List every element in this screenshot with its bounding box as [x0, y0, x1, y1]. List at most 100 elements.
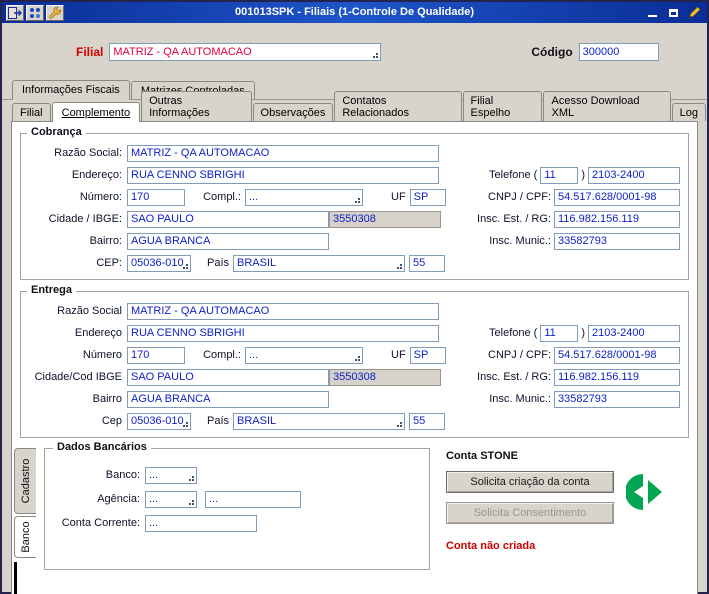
insc-est-input[interactable]: 116.982.156.119 — [554, 368, 680, 386]
razao-social-input[interactable]: MATRIZ - QA AUTOMACAO — [127, 302, 439, 320]
pais-input[interactable]: BRASIL — [233, 412, 406, 430]
compl-input[interactable]: ... — [245, 346, 363, 364]
telefone-label-open: Telefone ( — [489, 169, 538, 181]
numero-input[interactable]: 170 — [127, 346, 185, 364]
tab-label: Filial — [20, 107, 43, 119]
title-bar[interactable]: 001013SPK - Filiais (1-Controle De Quali… — [2, 2, 707, 23]
razao-social-input[interactable]: MATRIZ - QA AUTOMACAO — [127, 144, 439, 162]
solicita-criacao-conta-button[interactable]: Solicita criação da conta — [446, 471, 614, 493]
insc-est-label: Insc. Est. / RG: — [477, 213, 551, 225]
tab-filial-espelho[interactable]: Filial Espelho — [462, 91, 543, 121]
uf-label: UF — [391, 191, 406, 203]
codigo-input[interactable]: 300000 — [578, 42, 659, 61]
filial-label: Filial — [76, 44, 104, 59]
cidade-input[interactable]: SAO PAULO — [127, 368, 329, 386]
cnpj-label: CNPJ / CPF: — [488, 349, 551, 361]
telefone-label-close: ) — [581, 169, 585, 181]
side-tab-banco[interactable]: Banco — [14, 516, 36, 558]
tab-outras-informacoes[interactable]: Outras Informações — [141, 91, 252, 121]
entrega-group: Entrega Razão Social MATRIZ - QA AUTOMAC… — [20, 284, 689, 438]
cep-input[interactable]: 05036-010 — [127, 412, 191, 430]
insc-mun-label: Insc. Munic.: — [489, 393, 551, 405]
compl-input[interactable]: ... — [245, 188, 363, 206]
conta-corrente-label: Conta Corrente: — [61, 517, 140, 529]
telefone-numero-input[interactable]: 2103-2400 — [588, 166, 680, 184]
insc-mun-label: Insc. Munic.: — [489, 235, 551, 247]
endereco-input[interactable]: RUA CENNO SBRIGHI — [127, 324, 439, 342]
tab-label: Observações — [260, 107, 326, 119]
telefone-ddd-input[interactable]: 11 — [540, 166, 579, 184]
banco-label: Banco: — [105, 469, 140, 481]
agencia-nome-input[interactable]: ... — [205, 490, 301, 508]
pais-input[interactable]: BRASIL — [233, 254, 406, 272]
conta-stone-group: Conta STONE Solicita criação da conta So… — [430, 448, 695, 594]
app-menu-button[interactable] — [26, 4, 44, 21]
filial-input[interactable]: MATRIZ - QA AUTOMACAO — [109, 42, 382, 61]
exit-button[interactable] — [6, 4, 24, 21]
pencil-icon — [688, 6, 701, 19]
tab-label: Banco — [19, 521, 32, 553]
side-tab-cadastro[interactable]: Cadastro — [14, 448, 36, 514]
ddi-input[interactable]: 55 — [409, 254, 446, 272]
numero-input[interactable]: 170 — [127, 188, 185, 206]
tab-observacoes[interactable]: Observações — [252, 103, 334, 121]
telefone-label-open: Telefone ( — [489, 327, 538, 339]
tools-button[interactable] — [46, 4, 64, 21]
insc-mun-input[interactable]: 33582793 — [554, 390, 680, 408]
tab-informacoes-fiscais[interactable]: Informações Fiscais — [12, 80, 130, 100]
dados-bancarios-group: Dados Bancários Banco: ... Agência: ... … — [44, 441, 430, 570]
minimize-button[interactable] — [644, 5, 661, 20]
tab-label: Acesso Download XML — [551, 95, 640, 119]
tab-contatos-relacionados[interactable]: Contatos Relacionados — [334, 91, 462, 121]
insc-mun-input[interactable]: 33582793 — [554, 232, 680, 250]
uf-label: UF — [391, 349, 406, 361]
maximize-icon — [669, 8, 678, 17]
cnpj-label: CNPJ / CPF: — [488, 191, 551, 203]
endereco-input[interactable]: RUA CENNO SBRIGHI — [127, 166, 439, 184]
bairro-input[interactable]: AGUA BRANCA — [127, 232, 329, 250]
tab-acesso-download-xml[interactable]: Acesso Download XML — [543, 91, 671, 121]
cidade-ibge-label: Cidade/Cod IBGE — [34, 371, 122, 383]
app-window: 001013SPK - Filiais (1-Controle De Quali… — [0, 0, 709, 594]
ibge-readonly-field: 3550308 — [329, 210, 441, 228]
tab-label: Filial Espelho — [470, 95, 511, 119]
ibge-readonly-field: 3550308 — [329, 368, 441, 386]
cidade-ibge-label: Cidade / IBGE: — [48, 213, 122, 225]
complemento-tab-page: Cobrança Razão Social: MATRIZ - QA AUTOM… — [11, 121, 698, 594]
cobranca-right-column: Telefone ( 11 ) 2103-2400 CNPJ / CPF: 54… — [440, 164, 680, 252]
agencia-input[interactable]: ... — [145, 490, 197, 508]
insc-est-input[interactable]: 116.982.156.119 — [554, 210, 680, 228]
solicita-consentimento-button[interactable]: Solicita Consentimento — [446, 502, 614, 524]
agencia-label: Agência: — [97, 493, 140, 505]
wrench-icon — [49, 6, 62, 19]
tab-label: Informações Fiscais — [22, 84, 120, 96]
ddi-input[interactable]: 55 — [409, 412, 446, 430]
tab-filial[interactable]: Filial — [12, 103, 51, 121]
edit-pencil-button[interactable] — [686, 5, 703, 20]
cep-label: Cep — [101, 415, 122, 427]
bairro-input[interactable]: AGUA BRANCA — [127, 390, 329, 408]
cidade-input[interactable]: SAO PAULO — [127, 210, 329, 228]
record-header: Filial MATRIZ - QA AUTOMACAO Código 3000… — [2, 23, 707, 80]
telefone-numero-input[interactable]: 2103-2400 — [588, 324, 680, 342]
compl-label: Compl.: — [203, 349, 241, 361]
cnpj-input[interactable]: 54.517.628/0001-98 — [554, 188, 680, 206]
cnpj-input[interactable]: 54.517.628/0001-98 — [554, 346, 680, 364]
telefone-label-close: ) — [581, 327, 585, 339]
pais-label: País — [207, 257, 230, 269]
tab-log[interactable]: Log — [671, 103, 707, 121]
stone-logo-icon — [626, 474, 662, 510]
tab-complemento[interactable]: Complemento — [51, 102, 141, 122]
banco-input[interactable]: ... — [145, 466, 197, 484]
main-tab-bar: Filial Complemento Outras Informações Ob… — [2, 91, 707, 122]
entrega-title: Entrega — [27, 284, 76, 296]
tab-label: Contatos Relacionados — [342, 95, 409, 119]
conta-corrente-input[interactable]: ... — [145, 514, 257, 532]
cep-input[interactable]: 05036-010 — [127, 254, 191, 272]
entrega-right-column: Telefone ( 11 ) 2103-2400 CNPJ / CPF: 54… — [440, 322, 680, 410]
tab-label: Outras Informações — [149, 95, 210, 119]
telefone-ddd-input[interactable]: 11 — [540, 324, 579, 342]
window-controls — [644, 5, 703, 20]
endereco-label: Endereço — [74, 327, 122, 339]
maximize-button[interactable] — [665, 5, 682, 20]
